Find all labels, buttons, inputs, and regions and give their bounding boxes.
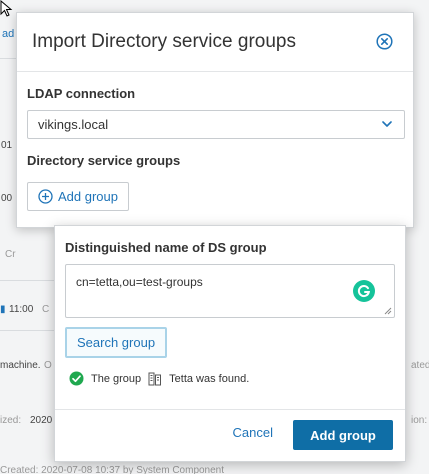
cancel-button[interactable]: Cancel — [233, 425, 273, 440]
result-group-name: Tetta was found. — [169, 372, 250, 385]
ldap-connection-label: LDAP connection — [27, 86, 136, 101]
divider — [0, 330, 54, 331]
dialog-title: Import Directory service groups — [32, 31, 296, 52]
add-group-toggle-button[interactable]: Add group — [27, 182, 129, 211]
bg-text-fragment: Created: 2020-07-08 10:37 by System Comp… — [0, 465, 225, 474]
bg-bullet: ▮ — [0, 304, 6, 315]
dn-textarea[interactable]: cn=tetta,ou=test-groups — [65, 264, 395, 318]
bg-text-fragment: machine. — [0, 360, 41, 371]
dn-field-wrapper: cn=tetta,ou=test-groups — [65, 264, 395, 318]
mouse-cursor-icon — [0, 0, 13, 17]
ldap-connection-select[interactable]: vikings.local — [27, 110, 405, 139]
bg-text-fragment: O — [44, 360, 52, 371]
add-group-toggle-label: Add group — [58, 189, 118, 204]
chevron-down-icon — [382, 121, 392, 127]
bg-text-fragment: 01 — [1, 140, 13, 151]
bg-time: 11:00 — [9, 304, 34, 315]
grammarly-icon[interactable] — [353, 280, 375, 302]
ds-groups-label: Directory service groups — [27, 153, 181, 168]
bg-link-fragment[interactable]: ad — [2, 28, 14, 40]
add-group-submit-button[interactable]: Add group — [293, 420, 393, 450]
dialog-header: Import Directory service groups — [17, 13, 413, 72]
bg-text-fragment: Cr — [5, 249, 16, 260]
search-result-message: The group Tetta was found. — [65, 371, 395, 386]
result-prefix: The group — [91, 372, 142, 385]
bg-text-fragment: 00 — [1, 193, 13, 204]
bg-text-fragment: ized: — [0, 415, 22, 426]
divider — [0, 280, 54, 281]
plus-circle-icon — [38, 189, 53, 204]
popover-footer: Cancel Add group — [55, 409, 405, 461]
divider — [0, 58, 16, 59]
bg-text-fragment: ion: — [411, 415, 428, 426]
check-circle-icon — [69, 371, 84, 386]
dn-label: Distinguished name of DS group — [65, 240, 267, 255]
bg-text-fragment: C — [42, 304, 50, 315]
resize-grip-icon[interactable] — [384, 307, 392, 315]
ldap-connection-value: vikings.local — [38, 117, 109, 132]
add-group-popover: Distinguished name of DS group cn=tetta,… — [54, 225, 406, 462]
bg-text-fragment: 2020 — [30, 415, 53, 426]
popover-body: Distinguished name of DS group cn=tetta,… — [55, 226, 405, 386]
group-icon — [148, 372, 162, 385]
search-group-label: Search group — [77, 335, 156, 350]
search-group-button[interactable]: Search group — [65, 327, 168, 358]
import-groups-dialog: Import Directory service groups LDAP con… — [16, 12, 414, 228]
bg-text-fragment: ated: — [411, 360, 429, 371]
close-icon[interactable] — [376, 33, 393, 50]
dialog-body: LDAP connection vikings.local Directory … — [17, 72, 413, 211]
